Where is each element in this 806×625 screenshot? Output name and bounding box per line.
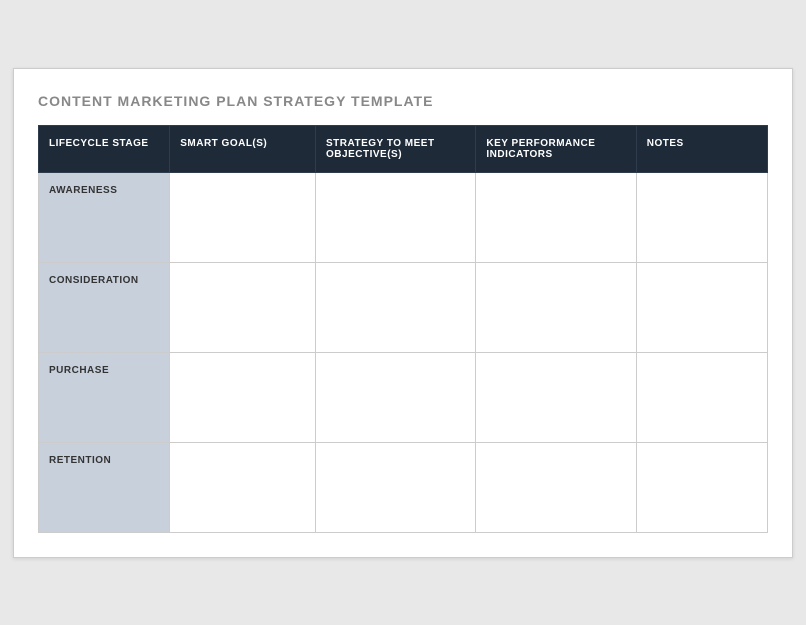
notes-awareness[interactable] <box>636 172 767 262</box>
notes-consideration[interactable] <box>636 262 767 352</box>
page-container: CONTENT MARKETING PLAN STRATEGY TEMPLATE… <box>13 68 793 558</box>
stage-purchase: PURCHASE <box>39 352 170 442</box>
strategy-purchase[interactable] <box>316 352 476 442</box>
header-kpi: KEY PERFORMANCE INDICATORS <box>476 125 636 172</box>
smart-purchase[interactable] <box>170 352 316 442</box>
smart-retention[interactable] <box>170 442 316 532</box>
table-header-row: LIFECYCLE STAGE SMART GOAL(S) STRATEGY T… <box>39 125 768 172</box>
strategy-retention[interactable] <box>316 442 476 532</box>
stage-retention: RETENTION <box>39 442 170 532</box>
table-row: AWARENESS <box>39 172 768 262</box>
notes-retention[interactable] <box>636 442 767 532</box>
table-row: PURCHASE <box>39 352 768 442</box>
strategy-table: LIFECYCLE STAGE SMART GOAL(S) STRATEGY T… <box>38 125 768 533</box>
smart-awareness[interactable] <box>170 172 316 262</box>
page-title: CONTENT MARKETING PLAN STRATEGY TEMPLATE <box>38 93 768 109</box>
stage-consideration: CONSIDERATION <box>39 262 170 352</box>
table-row: RETENTION <box>39 442 768 532</box>
header-notes: NOTES <box>636 125 767 172</box>
kpi-retention[interactable] <box>476 442 636 532</box>
header-strategy: STRATEGY TO MEET OBJECTIVE(S) <box>316 125 476 172</box>
table-row: CONSIDERATION <box>39 262 768 352</box>
kpi-awareness[interactable] <box>476 172 636 262</box>
header-smart-goals: SMART GOAL(S) <box>170 125 316 172</box>
notes-purchase[interactable] <box>636 352 767 442</box>
strategy-awareness[interactable] <box>316 172 476 262</box>
header-lifecycle-stage: LIFECYCLE STAGE <box>39 125 170 172</box>
kpi-consideration[interactable] <box>476 262 636 352</box>
kpi-purchase[interactable] <box>476 352 636 442</box>
stage-awareness: AWARENESS <box>39 172 170 262</box>
smart-consideration[interactable] <box>170 262 316 352</box>
strategy-consideration[interactable] <box>316 262 476 352</box>
